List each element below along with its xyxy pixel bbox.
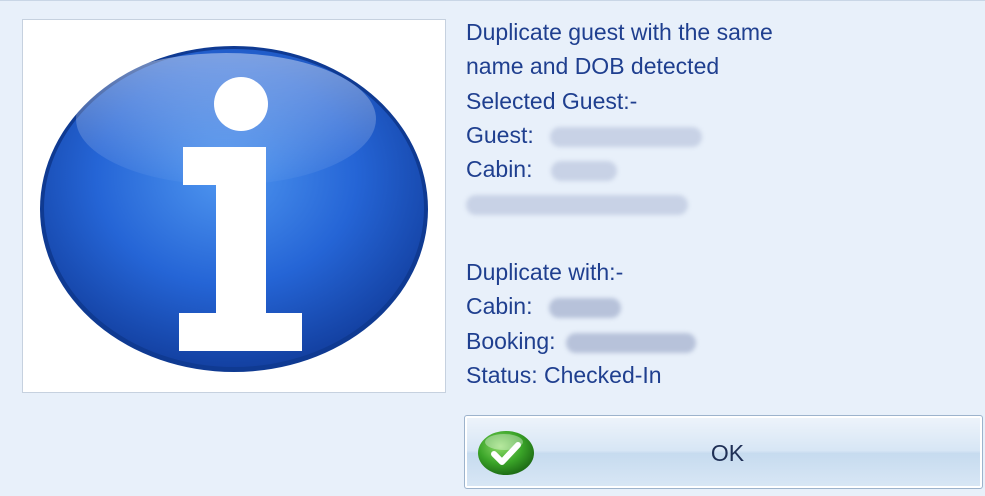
message-line-2: name and DOB detected [466,53,720,80]
booking-label: Booking: [466,327,556,354]
redacted-duplicate-cabin [548,298,621,319]
cabin-row: Cabin: [466,152,966,186]
duplicate-guest-dialog: Duplicate guest with the same name and D… [0,0,985,496]
redacted-guest-name [550,126,703,147]
ok-button-label: OK [710,440,745,466]
redacted-booking-number [565,332,696,353]
cabin-label: Cabin: [466,156,533,183]
info-icon [40,46,428,372]
duplicate-header: Duplicate with:- [466,259,624,286]
selected-guest-header: Selected Guest:- [466,87,638,114]
icon-panel [22,19,446,393]
ok-button[interactable]: OK [464,415,983,489]
guest-row: Guest: [466,118,966,152]
message-text: Duplicate guest with the same name and D… [466,15,966,392]
redacted-details [466,195,688,216]
redacted-cabin-number [550,161,617,182]
booking-row: Booking: [466,324,966,358]
guest-label: Guest: [466,121,534,148]
redacted-line [466,186,966,220]
duplicate-cabin-row: Cabin: [466,289,966,323]
message-line-1: Duplicate guest with the same [466,19,773,45]
status-line: Status: Checked-In [466,361,662,388]
duplicate-cabin-label: Cabin: [466,293,533,320]
